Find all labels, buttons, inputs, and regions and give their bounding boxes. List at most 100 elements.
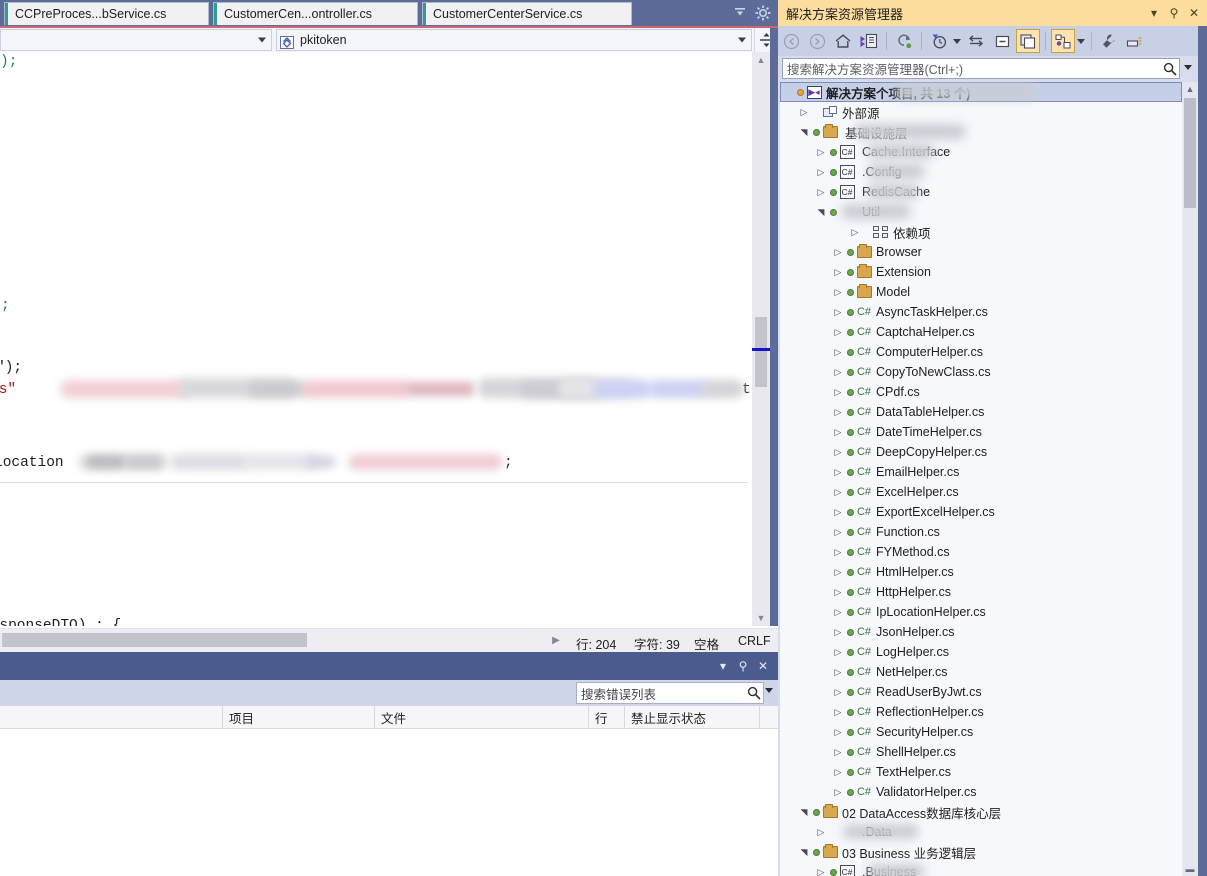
chevron-right-icon[interactable]: ▷ (831, 702, 845, 722)
chevron-right-icon[interactable]: ▷ (848, 222, 862, 242)
chevron-right-icon[interactable]: ▷ (831, 242, 845, 262)
chevron-down-icon[interactable]: ▾ (1147, 4, 1161, 22)
preview-selected-items-icon[interactable] (1051, 29, 1075, 53)
chevron-right-icon[interactable]: ▷ (831, 282, 845, 302)
tree-item-project-data[interactable]: ▷ .Data (780, 822, 1182, 842)
chevron-right-icon[interactable]: ▷ (831, 362, 845, 382)
solution-explorer-search-input[interactable]: 搜索解决方案资源管理器(Ctrl+;) (782, 58, 1180, 79)
properties-wrench-icon[interactable] (1097, 29, 1121, 53)
gear-icon[interactable] (754, 4, 772, 22)
tree-item-file-fymethod[interactable]: ▷ C# FYMethod.cs (780, 542, 1182, 562)
tree-item-dependencies[interactable]: ▷ 依赖项 (780, 222, 1182, 242)
editor-vertical-scrollbar[interactable]: ▲ ▼ (752, 52, 770, 626)
tree-item-file-excelhelper[interactable]: ▷ C# ExcelHelper.cs (780, 482, 1182, 502)
chevron-down-icon[interactable]: ◥ (814, 202, 828, 222)
tree-item-folder-dataaccess[interactable]: ◥ 02 DataAccess数据库核心层 (780, 802, 1182, 822)
tree-item-file-readuserbyjwt[interactable]: ▷ C# ReadUserByJwt.cs (780, 682, 1182, 702)
chevron-down-icon[interactable]: ◥ (797, 802, 811, 822)
chevron-right-icon[interactable]: ▷ (831, 762, 845, 782)
chevron-right-icon[interactable]: ▷ (831, 562, 845, 582)
collapse-all-icon[interactable] (990, 29, 1014, 53)
error-list-search-input[interactable]: 搜索错误列表 (576, 682, 764, 704)
tree-item-file-loghelper[interactable]: ▷ C# LogHelper.cs (780, 642, 1182, 662)
chevron-right-icon[interactable]: ▷ (831, 742, 845, 762)
chevron-right-icon[interactable]: ▷ (831, 322, 845, 342)
type-dropdown[interactable] (0, 29, 272, 51)
tab-overflow-icon[interactable] (732, 6, 748, 20)
tree-item-folder-extension[interactable]: ▷ Extension (780, 262, 1182, 282)
forward-icon[interactable] (805, 29, 829, 53)
tree-item-file-copytonewclass[interactable]: ▷ C# CopyToNewClass.cs (780, 362, 1182, 382)
tree-item-file-reflectionhelper[interactable]: ▷ C# ReflectionHelper.cs (780, 702, 1182, 722)
chevron-down-icon[interactable]: ▾ (716, 657, 730, 675)
tree-item-solution-root[interactable]: ▶◂ 解决方案 个项目, 共 13 个) (780, 82, 1182, 102)
tree-item-file-texthelper[interactable]: ▷ C# TextHelper.cs (780, 762, 1182, 782)
tree-item-folder-browser[interactable]: ▷ Browser (780, 242, 1182, 262)
back-icon[interactable] (779, 29, 803, 53)
tree-item-project-business[interactable]: ▷ C# .Business (780, 862, 1182, 876)
chevron-right-icon[interactable]: ▷ (831, 482, 845, 502)
sync-with-active-document-icon[interactable] (964, 29, 988, 53)
document-tab-active[interactable]: CustomerCenterService.cs (422, 2, 632, 25)
solution-view-icon[interactable] (857, 29, 881, 53)
chevron-right-icon[interactable]: ▷ (831, 522, 845, 542)
chevron-right-icon[interactable]: ▷ (831, 642, 845, 662)
error-list-column-header[interactable]: 禁止显示状态 (625, 706, 760, 729)
error-list-column-header[interactable] (760, 706, 778, 729)
chevron-right-icon[interactable]: ▷ (831, 542, 845, 562)
chevron-right-icon[interactable]: ▷ (831, 402, 845, 422)
search-icon[interactable] (745, 683, 763, 703)
chevron-right-icon[interactable]: ▷ (831, 462, 845, 482)
scroll-up-icon[interactable]: ▲ (752, 52, 770, 68)
chevron-down-icon[interactable] (1077, 38, 1085, 44)
chevron-right-icon[interactable]: ▷ (814, 142, 828, 162)
tree-item-folder-model[interactable]: ▷ Model (780, 282, 1182, 302)
solution-explorer-search-dropdown-icon[interactable] (1184, 65, 1192, 70)
error-list-column-header[interactable]: 行 (589, 706, 625, 729)
chevron-right-icon[interactable]: ▷ (831, 682, 845, 702)
chevron-right-icon[interactable]: ▷ (814, 862, 828, 876)
member-dropdown[interactable]: pkitoken (276, 29, 752, 51)
tree-item-project-rediscache[interactable]: ▷ C# RedisCache (780, 182, 1182, 202)
tree-item-external-sources[interactable]: ▷ 外部源 (780, 102, 1182, 122)
status-line-ending[interactable]: CRLF (738, 634, 771, 648)
chevron-right-icon[interactable]: ▷ (831, 662, 845, 682)
scrollbar-thumb[interactable] (755, 317, 767, 387)
chevron-right-icon[interactable]: ▷ (831, 442, 845, 462)
error-list-column-header[interactable]: 项目 (223, 706, 375, 729)
chevron-right-icon[interactable]: ▷ (797, 102, 811, 122)
tree-item-file-exportexcelhelper[interactable]: ▷ C# ExportExcelHelper.cs (780, 502, 1182, 522)
show-all-files-icon[interactable] (1016, 29, 1040, 53)
chevron-right-icon[interactable]: ▶ (548, 633, 564, 647)
tree-item-infrastructure-folder[interactable]: ◥ 基础设施层 (780, 122, 1182, 142)
tree-item-project-config[interactable]: ▷ C# .Config (780, 162, 1182, 182)
tree-item-file-cpdf[interactable]: ▷ C# CPdf.cs (780, 382, 1182, 402)
chevron-right-icon[interactable]: ▷ (831, 582, 845, 602)
chevron-right-icon[interactable]: ▷ (831, 382, 845, 402)
tree-item-project-util[interactable]: ◥ Util (780, 202, 1182, 222)
tree-item-file-captchahelper[interactable]: ▷ C# CaptchaHelper.cs (780, 322, 1182, 342)
home-icon[interactable] (831, 29, 855, 53)
document-tab[interactable]: CustomerCen...ontroller.cs (213, 2, 418, 25)
pin-icon[interactable]: ⚲ (1167, 4, 1181, 22)
solution-explorer-tree[interactable]: ▶◂ 解决方案 个项目, 共 13 个) ▷ 外部源 ◥ 基础设施层 ▷ C# Cache.Int… (780, 82, 1182, 876)
pending-changes-filter-icon[interactable] (927, 29, 951, 53)
chevron-right-icon[interactable]: ▷ (831, 262, 845, 282)
chevron-down-icon[interactable]: ◥ (797, 842, 811, 862)
tree-item-file-datatablehelper[interactable]: ▷ C# DataTableHelper.cs (780, 402, 1182, 422)
chevron-right-icon[interactable]: ▷ (831, 602, 845, 622)
chevron-right-icon[interactable]: ▷ (831, 782, 845, 802)
chevron-right-icon[interactable]: ▷ (831, 502, 845, 522)
properties-window-icon[interactable] (1123, 29, 1147, 53)
chevron-right-icon[interactable]: ▷ (814, 822, 828, 842)
tree-item-file-deepcopyhelper[interactable]: ▷ C# DeepCopyHelper.cs (780, 442, 1182, 462)
scroll-down-icon[interactable]: ▬ (1182, 862, 1198, 876)
tree-item-file-jsonhelper[interactable]: ▷ C# JsonHelper.cs (780, 622, 1182, 642)
tree-item-file-htmlhelper[interactable]: ▷ C# HtmlHelper.cs (780, 562, 1182, 582)
chevron-right-icon[interactable]: ▷ (814, 182, 828, 202)
tree-item-file-httphelper[interactable]: ▷ C# HttpHelper.cs (780, 582, 1182, 602)
scroll-up-icon[interactable]: ▲ (1182, 82, 1198, 96)
chevron-right-icon[interactable]: ▷ (814, 162, 828, 182)
error-list-search-dropdown-icon[interactable] (765, 688, 773, 693)
chevron-down-icon[interactable] (953, 38, 961, 44)
